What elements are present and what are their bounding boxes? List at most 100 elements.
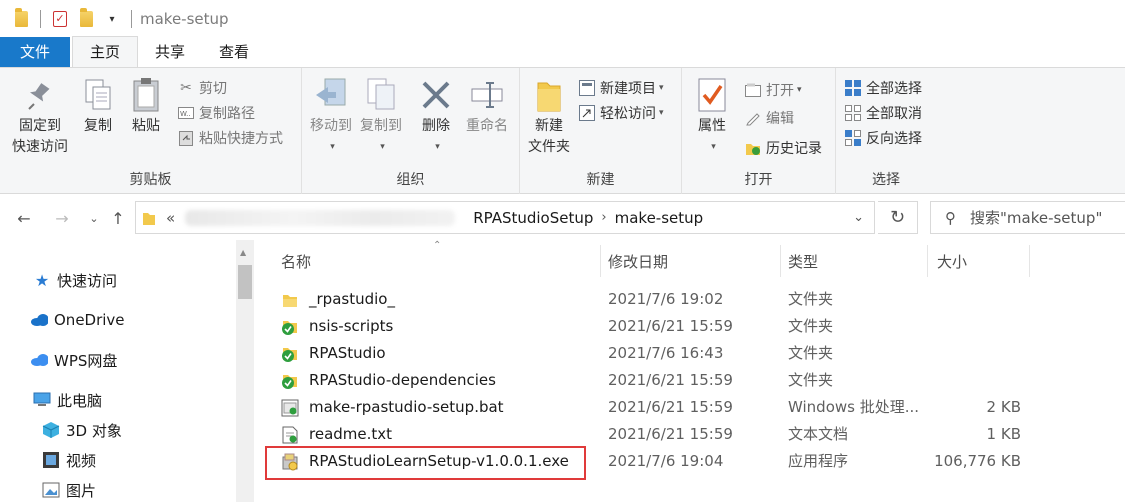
star-icon: ★ xyxy=(34,270,50,290)
picture-icon xyxy=(42,481,60,499)
breadcrumb-make-setup[interactable]: make-setup xyxy=(615,209,704,227)
file-size xyxy=(925,340,1021,367)
column-header-size[interactable]: 大小 xyxy=(937,240,967,282)
column-header-name[interactable]: 名称 xyxy=(281,240,311,282)
history-button[interactable]: 历史记录 xyxy=(744,136,822,160)
invert-selection-button[interactable]: 反向选择 xyxy=(844,126,922,150)
column-divider[interactable] xyxy=(927,245,928,277)
highlight-box xyxy=(265,446,586,480)
file-date: 2021/7/6 19:02 xyxy=(608,290,724,308)
tab-view[interactable]: 查看 xyxy=(202,37,266,67)
folder-icon xyxy=(281,291,299,309)
new-folder-label-line1: 新建 xyxy=(535,118,563,134)
batch-file-icon xyxy=(281,399,299,417)
nav-item-quick-access[interactable]: ★ 快速访问 xyxy=(33,267,117,293)
open-label: 打开 xyxy=(766,83,794,99)
address-bar[interactable]: « RPAStudioSetup › make-setup ⌄ xyxy=(135,201,875,234)
select-none-button[interactable]: 全部取消 xyxy=(844,101,922,125)
delete-x-icon xyxy=(419,76,453,114)
nav-item-onedrive[interactable]: OneDrive xyxy=(30,307,125,333)
new-item-button[interactable]: 新建项目 ▾ xyxy=(578,76,664,100)
delete-button[interactable]: 删除 ▾ xyxy=(416,76,456,158)
file-type: 文件夹 xyxy=(788,344,834,362)
cut-label: 剪切 xyxy=(199,81,227,97)
copy-path-button[interactable]: W.. 复制路径 xyxy=(177,101,255,125)
refresh-icon[interactable]: ↻ xyxy=(878,201,918,234)
up-arrow-icon[interactable]: ↑ xyxy=(106,206,130,230)
file-name-cell: make-rpastudio-setup.bat xyxy=(281,394,504,421)
rename-button[interactable]: 重命名 xyxy=(462,76,512,137)
file-row[interactable]: _rpastudio_ 2021/7/6 19:02 文件夹 xyxy=(265,286,1125,313)
address-dropdown-icon[interactable]: ⌄ xyxy=(853,210,864,225)
recent-locations-chevron-icon[interactable]: ⌄ xyxy=(82,206,106,230)
file-row[interactable]: make-rpastudio-setup.bat 2021/6/21 15:59… xyxy=(265,394,1125,421)
pin-to-quick-access-button[interactable]: 固定到 快速访问 xyxy=(8,76,72,158)
column-header-date[interactable]: 修改日期 xyxy=(608,240,668,282)
file-size xyxy=(925,286,1021,313)
column-header-type[interactable]: 类型 xyxy=(788,240,818,282)
nav-item-this-pc[interactable]: 此电脑 xyxy=(33,387,102,413)
scrollbar-thumb[interactable] xyxy=(238,265,252,299)
copy-to-button[interactable]: 复制到 ▾ xyxy=(356,76,406,158)
tab-file[interactable]: 文件 xyxy=(0,37,70,67)
nav-item-3d-objects[interactable]: 3D 对象 xyxy=(42,417,122,443)
new-folder-button[interactable]: 新建 文件夹 xyxy=(526,76,572,158)
invert-selection-label: 反向选择 xyxy=(866,131,922,147)
select-all-label: 全部选择 xyxy=(866,81,922,97)
breadcrumb-rpastudiosetup[interactable]: RPAStudioSetup xyxy=(473,209,593,227)
tab-share[interactable]: 共享 xyxy=(138,37,202,67)
new-item-label: 新建项目 xyxy=(600,81,656,97)
breadcrumb-separator-icon[interactable]: › xyxy=(601,210,606,225)
file-name: readme.txt xyxy=(309,425,393,443)
cut-button[interactable]: ✂ 剪切 xyxy=(177,76,227,100)
new-folder-icon[interactable] xyxy=(75,8,97,30)
tab-home[interactable]: 主页 xyxy=(72,36,139,67)
column-divider[interactable] xyxy=(1029,245,1030,277)
forward-arrow-icon[interactable]: → xyxy=(50,206,74,230)
easy-access-button[interactable]: 轻松访问 ▾ xyxy=(578,101,664,125)
nav-item-wps-cloud[interactable]: WPS网盘 xyxy=(30,347,117,373)
copy-button[interactable]: 复制 xyxy=(78,76,118,137)
organize-group-label: 组织 xyxy=(396,172,425,188)
nav-pane-scrollbar[interactable]: ▲ xyxy=(236,240,254,502)
file-name-cell: readme.txt xyxy=(281,421,392,448)
search-input[interactable]: ⚲ 搜索"make-setup" xyxy=(930,201,1125,234)
paste-shortcut-button[interactable]: 粘贴快捷方式 xyxy=(177,126,283,150)
file-name-cell: RPAStudio-dependencies xyxy=(281,367,496,394)
navigation-bar: ← → ⌄ ↑ « RPAStudioSetup › make-setup ⌄ … xyxy=(0,198,1125,240)
column-divider[interactable] xyxy=(600,245,601,277)
select-group-label: 选择 xyxy=(872,172,900,188)
column-divider[interactable] xyxy=(780,245,781,277)
folder-synced-icon xyxy=(281,372,299,390)
nav-item-pictures[interactable]: 图片 xyxy=(42,477,96,503)
select-all-icon xyxy=(844,79,862,97)
pin-label-line2: 快速访问 xyxy=(12,139,68,155)
file-date: 2021/6/21 15:59 xyxy=(608,398,733,416)
sort-ascending-icon: ⌃ xyxy=(433,240,442,251)
nav-item-label: 图片 xyxy=(66,481,97,500)
file-row[interactable]: RPAStudio-dependencies 2021/6/21 15:59 文… xyxy=(265,367,1125,394)
properties-button[interactable]: 属性 ▾ xyxy=(692,76,732,158)
file-name: nsis-scripts xyxy=(309,317,394,335)
nav-item-label: OneDrive xyxy=(54,311,125,329)
properties-check-icon[interactable]: ✓ xyxy=(49,8,71,30)
open-button[interactable]: 打开 ▾ xyxy=(744,78,802,102)
paste-button[interactable]: 粘贴 xyxy=(126,76,166,137)
edit-button[interactable]: 编辑 xyxy=(744,106,794,130)
file-row[interactable]: readme.txt 2021/6/21 15:59 文本文档 1 KB xyxy=(265,421,1125,448)
move-to-button[interactable]: 移动到 ▾ xyxy=(306,76,356,158)
file-row[interactable]: nsis-scripts 2021/6/21 15:59 文件夹 xyxy=(265,313,1125,340)
ribbon-tabs: 文件 主页 共享 查看 xyxy=(0,36,1125,68)
scroll-up-arrow-icon[interactable]: ▲ xyxy=(240,248,246,257)
dropdown-arrow-icon: ▾ xyxy=(797,85,802,95)
file-row[interactable]: RPAStudio 2021/7/6 16:43 文件夹 xyxy=(265,340,1125,367)
new-group-label: 新建 xyxy=(586,172,615,188)
select-all-button[interactable]: 全部选择 xyxy=(844,76,922,100)
folder-icon[interactable] xyxy=(10,8,32,30)
paste-label: 粘贴 xyxy=(132,118,160,134)
customize-toolbar-dropdown-icon[interactable]: ▾ xyxy=(101,8,123,30)
nav-item-videos[interactable]: 视频 xyxy=(42,447,96,473)
back-arrow-icon[interactable]: ← xyxy=(12,206,36,230)
select-none-label: 全部取消 xyxy=(866,106,922,122)
breadcrumb-overflow[interactable]: « xyxy=(166,209,175,227)
